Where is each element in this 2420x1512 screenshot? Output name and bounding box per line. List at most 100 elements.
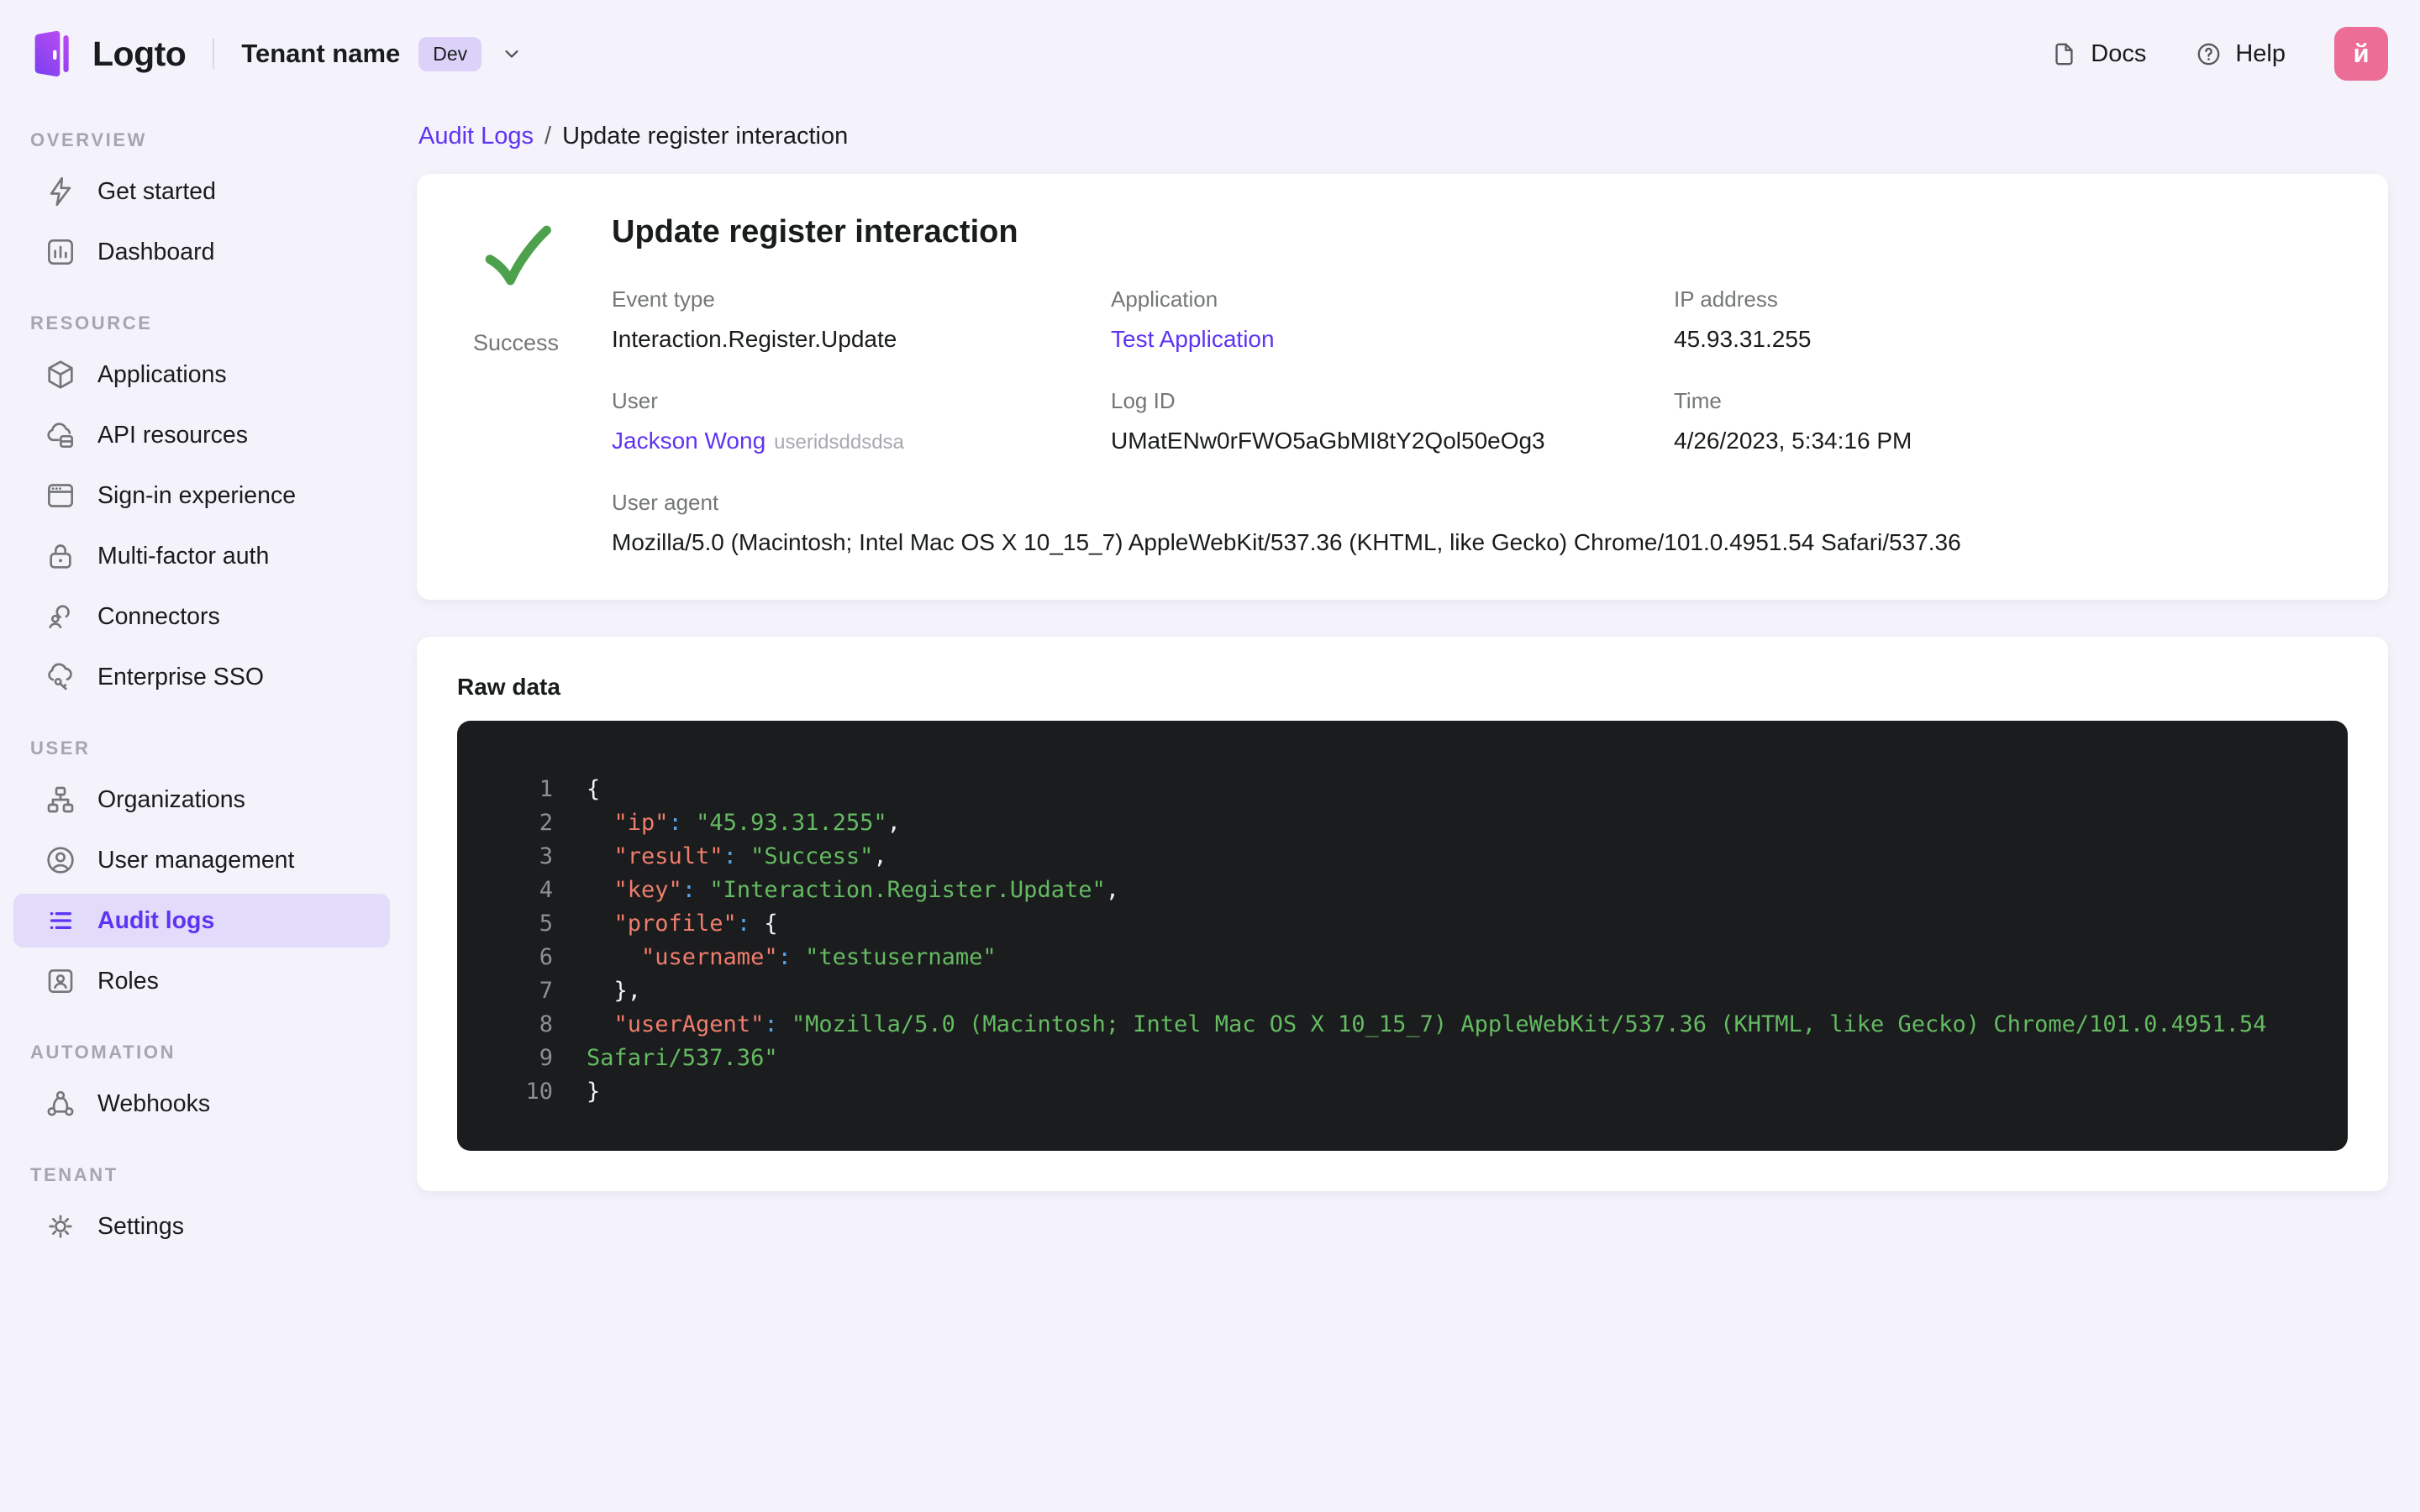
field-label-ip-address: IP address	[1674, 286, 1778, 312]
sidebar-item-connectors[interactable]: Connectors	[13, 590, 390, 643]
tenant-name: Tenant name	[241, 39, 401, 68]
code-token: :	[723, 843, 751, 869]
sidebar-item-label: Applications	[97, 360, 227, 388]
field-value-text: 45.93.31.255	[1674, 325, 1812, 352]
field-value-text[interactable]: Test Application	[1111, 326, 1275, 352]
code-line-number: 9	[539, 1044, 553, 1071]
sidebar-item-audit-logs[interactable]: Audit logs	[13, 894, 390, 948]
field-value-event-type: Interaction.Register.Update	[612, 326, 1111, 353]
field-time: Time 4/26/2023, 5:34:16 PM	[1674, 388, 2348, 454]
code-line-9: 9 Safari/537.36"	[491, 1042, 2314, 1075]
code-line-text: "userAgent": "Mozilla/5.0 (Macintosh; In…	[587, 1008, 2267, 1042]
sidebar-item-label: Enterprise SSO	[97, 663, 264, 690]
sidebar-item-label: Dashboard	[97, 238, 215, 265]
sidebar-item-settings[interactable]: Settings	[13, 1200, 390, 1253]
sidebar-item-enterprise-sso[interactable]: Enterprise SSO	[13, 650, 390, 704]
lock-icon	[44, 539, 77, 573]
code-token: }	[587, 1078, 601, 1105]
log-detail-card: Success Update register interaction Even…	[417, 174, 2388, 600]
sidebar-item-organizations[interactable]: Organizations	[13, 773, 390, 827]
sidebar-item-get-started[interactable]: Get started	[13, 165, 390, 218]
field-label-event-type: Event type	[612, 286, 715, 312]
code-line-1: 1{	[491, 773, 2314, 806]
code-line-number: 4	[539, 876, 553, 903]
raw-data-heading: Raw data	[457, 673, 560, 700]
code-line-text: "key": "Interaction.Register.Update",	[587, 874, 1119, 907]
sidebar-item-roles[interactable]: Roles	[13, 954, 390, 1008]
sidebar-item-api-resources[interactable]: API resources	[13, 408, 390, 462]
sidebar-item-dashboard[interactable]: Dashboard	[13, 225, 390, 279]
sidebar-section-resource: RESOURCE	[30, 312, 153, 333]
document-icon	[2050, 40, 2078, 68]
code-line-6: 6 "username": "testusername"	[491, 941, 2314, 974]
code-token: {	[587, 775, 601, 802]
code-token: "testusername"	[805, 943, 997, 970]
field-label-time: Time	[1674, 387, 1722, 413]
sidebar: OVERVIEW Get started Dashboard RESOURCE Appl…	[0, 108, 403, 1512]
code-token: },	[587, 977, 642, 1004]
success-check-icon	[485, 225, 551, 286]
tenant-env-badge: Dev	[418, 36, 482, 71]
sidebar-section-overview: OVERVIEW	[30, 129, 147, 150]
code-token: :	[777, 943, 806, 970]
sidebar-item-applications[interactable]: Applications	[13, 348, 390, 402]
field-row: User agent Mozilla/5.0 (Macintosh; Intel …	[612, 490, 2348, 556]
question-circle-icon	[2195, 40, 2223, 68]
code-line-number: 10	[525, 1078, 553, 1105]
field-value-user: Jackson Wong useridsddsdsa	[612, 428, 1111, 454]
sidebar-item-user-management[interactable]: User management	[13, 833, 390, 887]
header-divider	[213, 39, 215, 69]
header-actions: Docs Help й	[2050, 27, 2388, 81]
field-row: User Jackson Wong useridsddsdsa Log ID UMatE…	[612, 388, 2348, 454]
gear-icon	[44, 1210, 77, 1243]
code-line-text: "profile": {	[587, 907, 778, 941]
breadcrumb: Audit Logs / Update register interaction	[418, 123, 2388, 150]
code-line-4: 4 "key": "Interaction.Register.Update",	[491, 874, 2314, 907]
field-value-ip-address: 45.93.31.255	[1674, 326, 2348, 353]
code-line-2: 2 "ip": "45.93.31.255",	[491, 806, 2314, 840]
field-label-application: Application	[1111, 286, 1218, 312]
breadcrumb-audit-logs-link[interactable]: Audit Logs	[418, 123, 534, 150]
sidebar-item-webhooks[interactable]: Webhooks	[13, 1077, 390, 1131]
code-token: "Interaction.Register.Update"	[709, 876, 1106, 903]
webhook-icon	[44, 1087, 77, 1121]
user-avatar[interactable]: й	[2334, 27, 2388, 81]
logo[interactable]: Logto	[25, 28, 187, 80]
breadcrumb-separator: /	[544, 123, 552, 150]
field-value-text: UMatENw0rFWO5aGbMI8tY2Qol50eOg3	[1111, 427, 1545, 454]
field-value-text[interactable]: Jackson Wong	[612, 428, 765, 454]
sidebar-item-sign-in-experience[interactable]: Sign-in experience	[13, 469, 390, 522]
docs-button[interactable]: Docs	[2050, 40, 2146, 68]
sidebar-item-label: Audit logs	[97, 906, 215, 934]
field-value-text: 4/26/2023, 5:34:16 PM	[1674, 427, 1912, 454]
code-line-number: 8	[539, 1011, 553, 1037]
code-line-text: }	[587, 1075, 600, 1109]
top-bar: Logto Tenant name Dev Docs Help й	[0, 0, 2420, 108]
field-application: Application Test Application	[1111, 286, 1674, 353]
sidebar-item-label: Organizations	[97, 785, 245, 813]
sidebar-item-label: User management	[97, 846, 295, 874]
sidebar-item-label: Settings	[97, 1212, 184, 1240]
sidebar-item-label: API resources	[97, 421, 248, 449]
code-token: ,	[886, 809, 901, 836]
code-line-number: 2	[539, 809, 553, 836]
field-user-agent: User agent Mozilla/5.0 (Macintosh; Intel …	[612, 490, 2348, 556]
code-token: "ip"	[587, 809, 669, 836]
field-value-log-id: UMatENw0rFWO5aGbMI8tY2Qol50eOg3	[1111, 428, 1674, 454]
help-button[interactable]: Help	[2195, 40, 2286, 68]
tenant-switcher[interactable]: Tenant name Dev	[241, 36, 523, 71]
sidebar-item-label: Connectors	[97, 602, 220, 630]
code-line-number: 7	[539, 977, 553, 1004]
code-line-10: 10}	[491, 1075, 2314, 1109]
code-line-text: Safari/537.36"	[587, 1042, 778, 1075]
code-line-text: "ip": "45.93.31.255",	[587, 806, 901, 840]
id-card-icon	[44, 964, 77, 998]
field-event-type: Event type Interaction.Register.Update	[612, 286, 1111, 353]
field-value-time: 4/26/2023, 5:34:16 PM	[1674, 428, 2348, 454]
code-token: Safari/537.36"	[587, 1044, 778, 1071]
field-user: User Jackson Wong useridsddsdsa	[612, 388, 1111, 454]
logo-wordmark: Logto	[92, 34, 187, 73]
code-token: "Mozilla/5.0 (Macintosh; Intel Mac OS X …	[791, 1011, 2267, 1037]
sidebar-section-automation: AUTOMATION	[30, 1042, 176, 1063]
sidebar-item-multi-factor-auth[interactable]: Multi-factor auth	[13, 529, 390, 583]
